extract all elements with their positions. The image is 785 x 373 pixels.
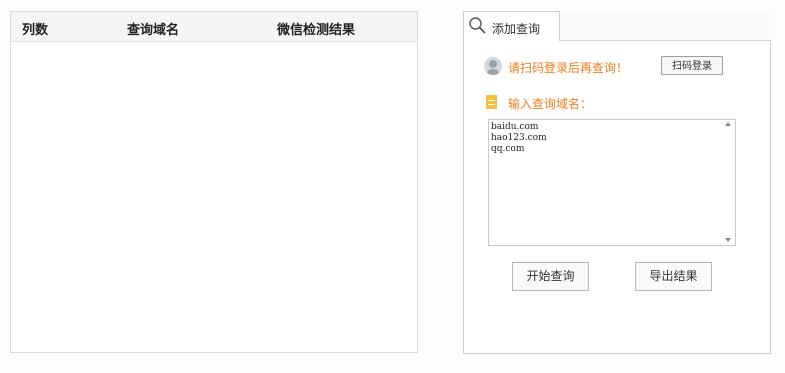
column-header-wechat-result: 微信检测结果 <box>277 23 356 38</box>
domain-line: baidu.com <box>491 122 539 132</box>
query-panel: 请扫码登录后再查询！ 扫码登录 输入查询域名： baidu.com hao123… <box>463 40 771 354</box>
results-table: 列数 查询域名 微信检测结果 <box>10 11 418 353</box>
scan-login-button[interactable]: 扫码登录 <box>661 56 723 75</box>
scroll-up-arrow-icon[interactable] <box>725 122 731 126</box>
domain-textarea[interactable]: baidu.com hao123.com qq.com <box>488 119 736 246</box>
column-header-count: 列数 <box>22 23 49 38</box>
domain-line: hao123.com <box>491 133 547 143</box>
export-results-button[interactable]: 导出结果 <box>635 262 712 291</box>
scroll-down-arrow-icon[interactable] <box>725 238 731 242</box>
tab-add-query[interactable]: 添加查询 <box>463 11 560 41</box>
results-table-header: 列数 查询域名 微信检测结果 <box>11 12 417 42</box>
ghost-strip <box>560 10 775 40</box>
textarea-scrollbar[interactable] <box>723 120 735 245</box>
column-header-domain: 查询域名 <box>127 23 180 38</box>
start-query-button[interactable]: 开始查询 <box>512 262 589 291</box>
domain-line: qq.com <box>491 144 525 154</box>
login-hint: 请扫码登录后再查询！ <box>508 61 629 75</box>
tab-add-query-label: 添加查询 <box>492 22 541 36</box>
search-icon <box>469 17 486 34</box>
domain-input-label: 输入查询域名： <box>508 97 593 111</box>
login-row: 请扫码登录后再查询！ 扫码登录 <box>484 55 754 77</box>
user-avatar-icon <box>484 57 502 75</box>
domain-list: baidu.com hao123.com qq.com <box>491 122 547 155</box>
document-icon <box>486 95 497 109</box>
